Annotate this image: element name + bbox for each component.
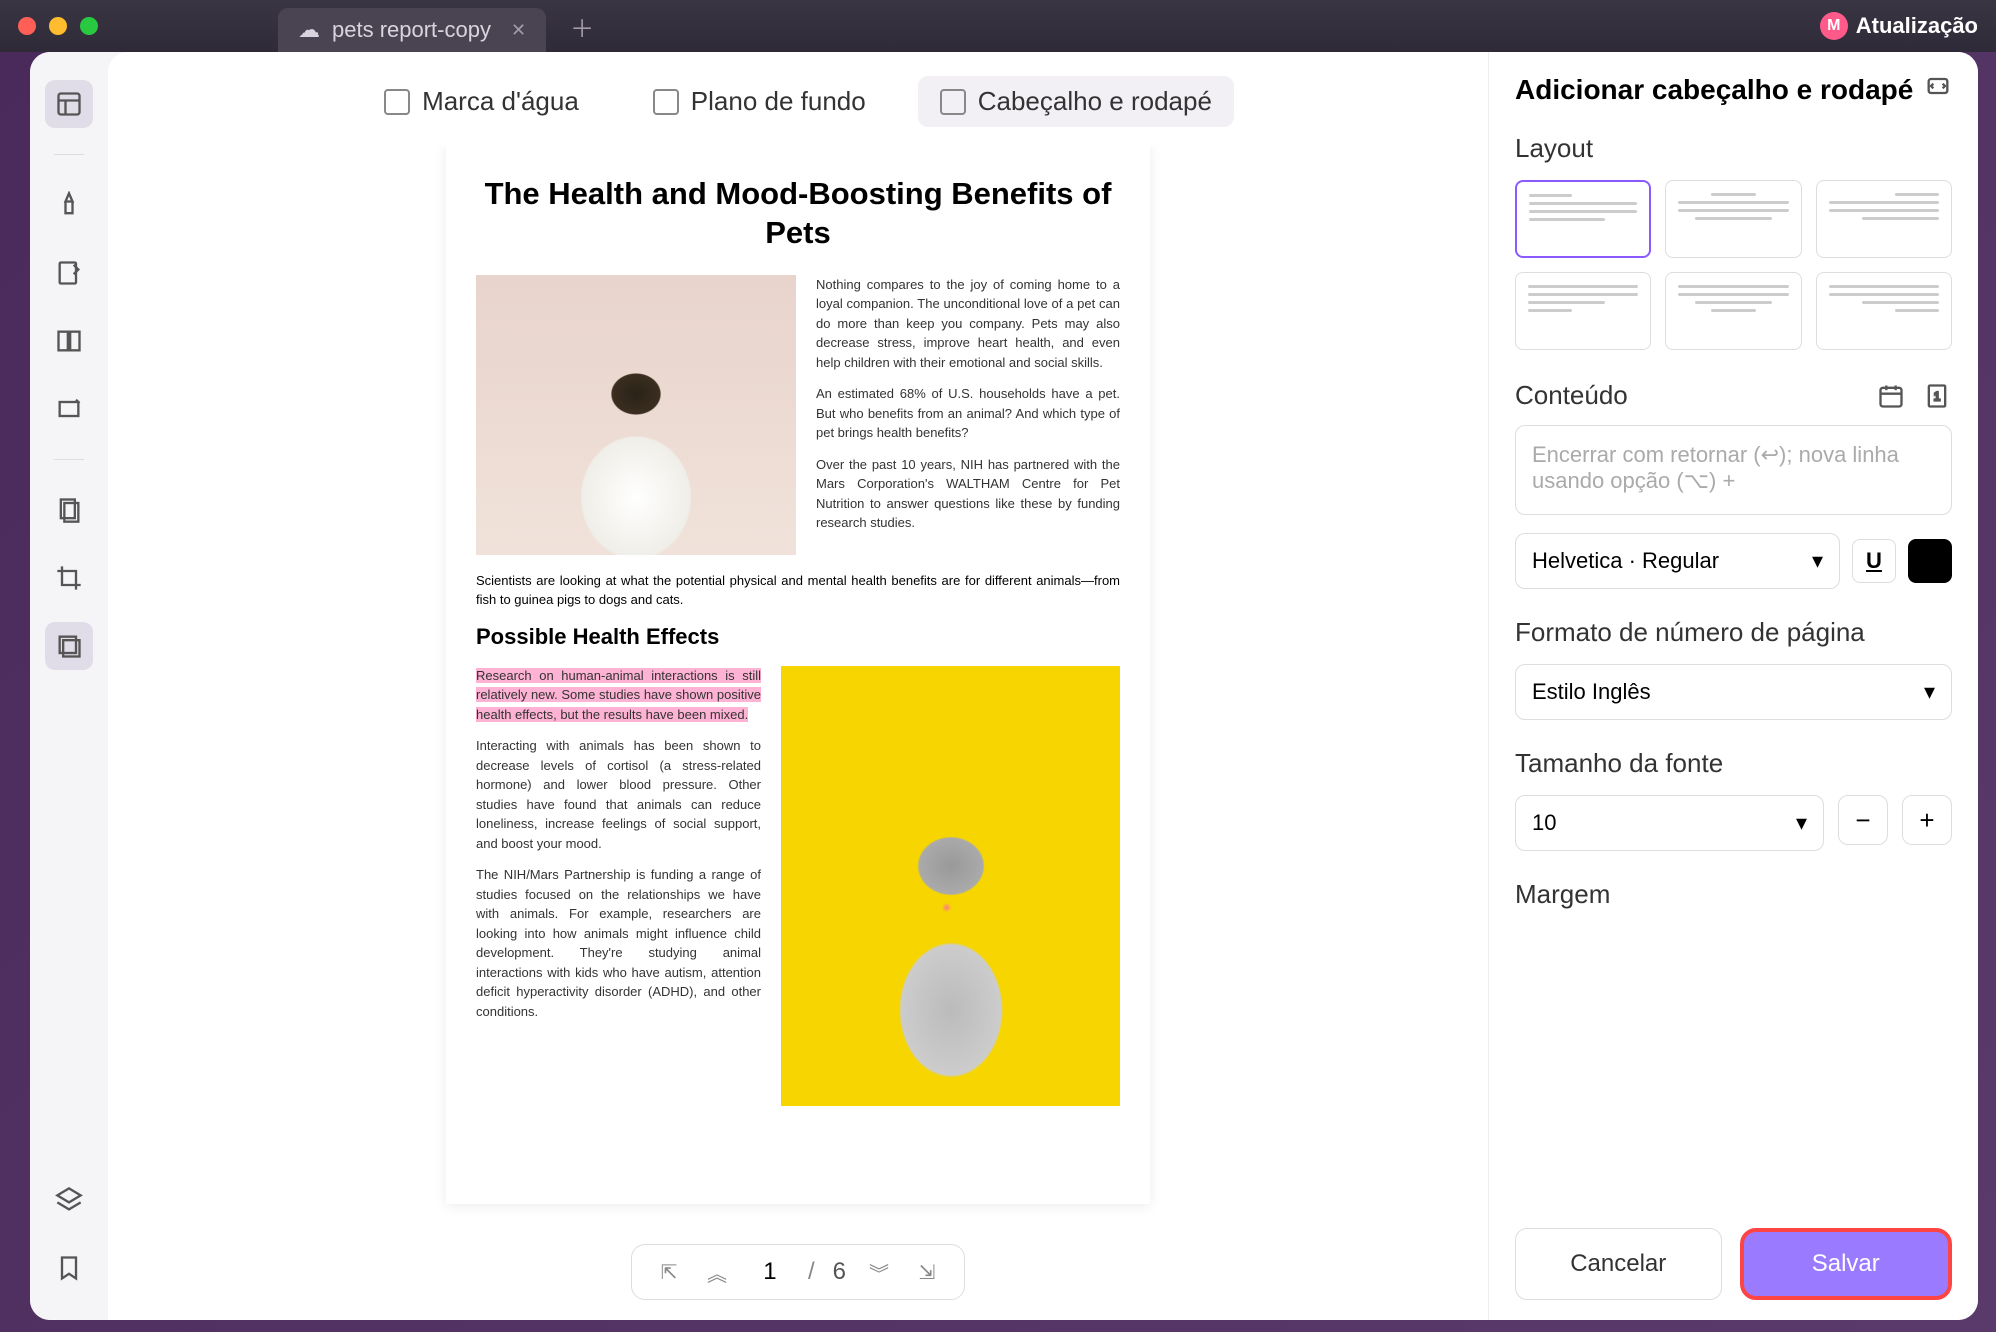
chevron-down-icon: ▾	[1924, 679, 1935, 705]
paragraph: Interacting with animals has been shown …	[476, 736, 761, 853]
paragraph: The NIH/Mars Partnership is funding a ra…	[476, 865, 761, 1021]
tab-header-footer[interactable]: Cabeçalho e rodapé	[918, 76, 1234, 127]
expand-icon[interactable]	[1924, 72, 1952, 109]
tab-watermark[interactable]: Marca d'água	[362, 76, 601, 127]
top-tabs: Marca d'água Plano de fundo Cabeçalho e …	[108, 52, 1488, 145]
sidebar-compare-icon[interactable]	[45, 317, 93, 365]
page-format-value: Estilo Inglês	[1532, 679, 1651, 705]
next-page-icon[interactable]: ︾	[864, 1257, 894, 1287]
page-format-select[interactable]: Estilo Inglês ▾	[1515, 664, 1952, 720]
sidebar-crop-icon[interactable]	[45, 554, 93, 602]
layout-option-4[interactable]	[1515, 272, 1651, 350]
sidebar-fill-sign-icon[interactable]	[45, 385, 93, 433]
page-total: 6	[833, 1258, 846, 1286]
traffic-lights	[18, 17, 98, 35]
update-label: Atualização	[1856, 13, 1978, 39]
tab-label: pets report-copy	[332, 17, 491, 43]
tab-header-footer-label: Cabeçalho e rodapé	[978, 86, 1212, 117]
font-size-label: Tamanho da fonte	[1515, 748, 1952, 779]
font-select[interactable]: Helvetica · Regular ▾	[1515, 533, 1840, 589]
sidebar-thumbnails-icon[interactable]	[45, 80, 93, 128]
first-page-icon[interactable]: ⇱	[654, 1257, 684, 1287]
sidebar-bookmark-icon[interactable]	[45, 1244, 93, 1292]
page: The Health and Mood-Boosting Benefits of…	[446, 145, 1150, 1204]
maximize-window[interactable]	[80, 17, 98, 35]
right-panel: Adicionar cabeçalho e rodapé Layout Cont…	[1488, 52, 1978, 1320]
font-size-value: 10	[1532, 810, 1556, 836]
content-label: Conteúdo	[1515, 380, 1628, 411]
page-format-label: Formato de número de página	[1515, 617, 1952, 648]
layout-option-3[interactable]	[1816, 180, 1952, 258]
document-preview[interactable]: The Health and Mood-Boosting Benefits of…	[108, 145, 1488, 1224]
layout-option-6[interactable]	[1816, 272, 1952, 350]
paragraph: Over the past 10 years, NIH has partnere…	[816, 455, 1120, 533]
last-page-icon[interactable]: ⇲	[912, 1257, 942, 1287]
prev-page-icon[interactable]: ︽	[702, 1257, 732, 1287]
date-icon[interactable]	[1876, 381, 1906, 411]
cloud-icon: ☁	[298, 17, 320, 43]
increase-button[interactable]: +	[1902, 795, 1952, 845]
panel-title: Adicionar cabeçalho e rodapé	[1515, 72, 1913, 108]
background-icon	[653, 89, 679, 115]
margin-label: Margem	[1515, 879, 1952, 910]
color-picker[interactable]	[1908, 539, 1952, 583]
svg-text:1: 1	[1934, 391, 1940, 404]
page-number-icon[interactable]: 1	[1922, 381, 1952, 411]
page-number-input[interactable]	[750, 1258, 790, 1286]
content-textarea[interactable]: Encerrar com retornar (↩︎); nova linha u…	[1515, 425, 1952, 515]
cancel-button[interactable]: Cancelar	[1515, 1228, 1722, 1300]
paragraph: An estimated 68% of U.S. households have…	[816, 384, 1120, 443]
minimize-window[interactable]	[49, 17, 67, 35]
titlebar: ☁ pets report-copy ✕ ＋ M Atualização	[0, 0, 1996, 52]
document-tab[interactable]: ☁ pets report-copy ✕	[278, 8, 546, 52]
divider	[54, 459, 84, 460]
sidebar-watermark-icon[interactable]	[45, 622, 93, 670]
layout-option-1[interactable]	[1515, 180, 1651, 258]
doc-title: The Health and Mood-Boosting Benefits of…	[476, 175, 1120, 253]
font-value: Helvetica · Regular	[1532, 548, 1719, 574]
pager: ⇱ ︽ / 6 ︾ ⇲	[108, 1224, 1488, 1320]
sidebar-layers-icon[interactable]	[45, 1176, 93, 1224]
dog-image-1	[476, 275, 796, 555]
tab-watermark-label: Marca d'água	[422, 86, 579, 117]
sidebar-highlight-icon[interactable]	[45, 181, 93, 229]
layout-option-2[interactable]	[1665, 180, 1801, 258]
tab-background-label: Plano de fundo	[691, 86, 866, 117]
sidebar-edit-icon[interactable]	[45, 249, 93, 297]
layout-options	[1515, 180, 1952, 350]
close-window[interactable]	[18, 17, 36, 35]
layout-option-5[interactable]	[1665, 272, 1801, 350]
paragraph: Scientists are looking at what the poten…	[476, 571, 1120, 610]
divider	[54, 154, 84, 155]
paragraph: Nothing compares to the joy of coming ho…	[816, 275, 1120, 373]
update-button[interactable]: M Atualização	[1820, 12, 1978, 40]
tab-background[interactable]: Plano de fundo	[631, 76, 888, 127]
chevron-down-icon: ▾	[1812, 548, 1823, 574]
sidebar-pages-icon[interactable]	[45, 486, 93, 534]
dog-image-2	[781, 666, 1120, 1106]
font-size-select[interactable]: 10 ▾	[1515, 795, 1824, 851]
sidebar	[30, 52, 108, 1320]
close-tab-icon[interactable]: ✕	[511, 20, 526, 41]
chevron-down-icon: ▾	[1796, 810, 1807, 836]
doc-subheading: Possible Health Effects	[476, 624, 1120, 650]
layout-label: Layout	[1515, 133, 1952, 164]
decrease-button[interactable]: −	[1838, 795, 1888, 845]
underline-button[interactable]: U	[1852, 539, 1896, 583]
save-button[interactable]: Salvar	[1740, 1228, 1953, 1300]
add-tab-icon[interactable]: ＋	[570, 9, 594, 44]
update-badge-icon: M	[1820, 12, 1848, 40]
paragraph-highlighted: Research on human-animal interactions is…	[476, 666, 761, 725]
header-footer-icon	[940, 89, 966, 115]
watermark-icon	[384, 89, 410, 115]
page-separator: /	[808, 1258, 815, 1286]
